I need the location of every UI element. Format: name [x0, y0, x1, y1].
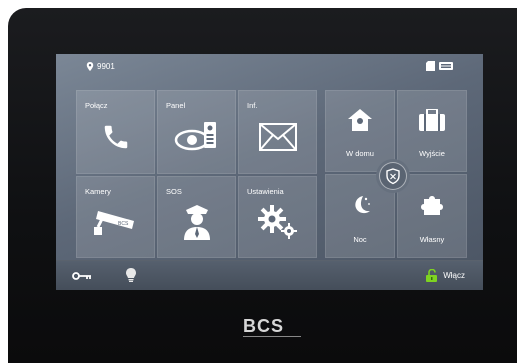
- bottom-bar: Włącz: [56, 260, 483, 290]
- phone-icon: [104, 125, 127, 149]
- tile-sos[interactable]: SOS: [157, 176, 236, 258]
- location-indicator: 9901: [86, 62, 115, 71]
- video-memory-icon: [439, 62, 453, 70]
- brand-logo: BCS: [243, 316, 285, 336]
- tile-kamery-label: Kamery: [85, 187, 111, 196]
- tile-ustawienia-label: Ustawienia: [247, 187, 284, 196]
- tile-ustawienia[interactable]: Ustawienia: [238, 176, 317, 258]
- alarm-shield-button[interactable]: [379, 162, 407, 190]
- tile-panel[interactable]: Panel: [157, 90, 236, 174]
- mode-wyjscie[interactable]: Wyjście: [397, 90, 467, 172]
- unlock-padlock-icon: [426, 269, 438, 282]
- shield-icon: [386, 168, 400, 185]
- cctv-camera-icon: BCS: [93, 210, 134, 235]
- gears-icon: [257, 204, 297, 239]
- tile-kamery[interactable]: Kamery BCS: [76, 176, 155, 258]
- sd-card-icon: [426, 61, 435, 71]
- svg-text:BCS: BCS: [118, 221, 129, 227]
- tile-sos-label: SOS: [166, 187, 182, 196]
- door-panel-eye-icon: [174, 121, 216, 151]
- tile-panel-label: Panel: [166, 101, 186, 110]
- tile-inf[interactable]: Inf.: [238, 90, 317, 174]
- moon-icon: [355, 195, 370, 213]
- mode-w-domu[interactable]: W domu: [325, 90, 395, 172]
- status-bar: 9901: [56, 54, 483, 78]
- unlock-label: Włącz: [443, 271, 465, 280]
- mode-wlasny[interactable]: Własny: [397, 174, 467, 258]
- mode-wlasny-label: Własny: [419, 235, 445, 244]
- key-icon[interactable]: [72, 271, 92, 281]
- tile-inf-label: Inf.: [247, 101, 258, 110]
- mode-w-domu-label: W domu: [346, 149, 374, 158]
- light-bulb-icon[interactable]: [126, 268, 136, 282]
- envelope-icon: [258, 122, 297, 151]
- security-guard-icon: [183, 204, 210, 240]
- display-screen: 9901 Połącz Panel Inf. Kamery BCS SOS Us…: [56, 54, 483, 290]
- briefcase-icon: [419, 108, 445, 131]
- mode-noc-label: Noc: [353, 235, 367, 244]
- tile-polacz-label: Połącz: [85, 101, 108, 110]
- tile-polacz[interactable]: Połącz: [76, 90, 155, 174]
- mode-wyjscie-label: Wyjście: [419, 149, 445, 158]
- unlock-button[interactable]: Włącz: [426, 269, 465, 282]
- logo-underline: [243, 336, 301, 337]
- location-code: 9901: [97, 62, 115, 71]
- puzzle-icon: [421, 195, 443, 215]
- location-pin-icon: [86, 62, 94, 71]
- home-icon: [348, 108, 372, 131]
